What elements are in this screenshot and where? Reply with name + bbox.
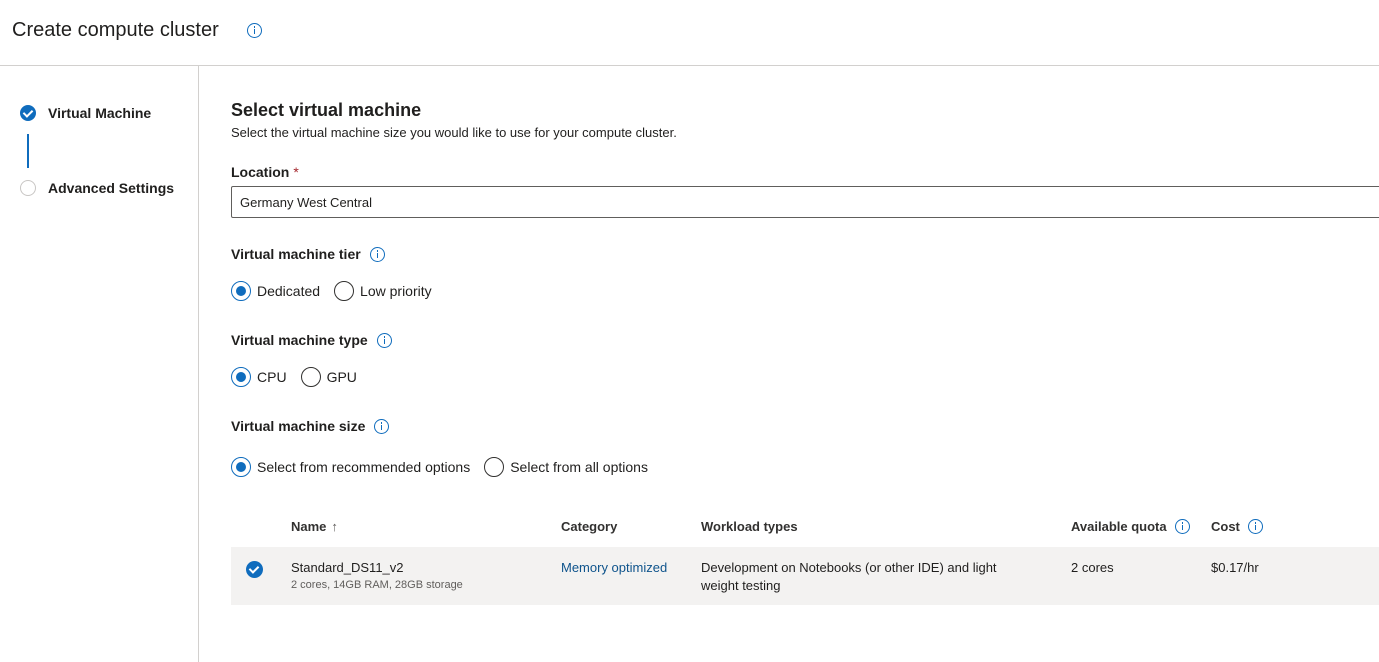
page-header: Create compute cluster: [0, 0, 1379, 66]
vm-size-radio-group: Select from recommended options Select f…: [231, 457, 662, 477]
wizard-steps: Virtual Machine Advanced Settings: [0, 66, 199, 662]
vm-type-label: Virtual machine type: [231, 332, 392, 348]
row-name-cell: Standard_DS11_v2 2 cores, 14GB RAM, 28GB…: [291, 559, 463, 593]
info-icon[interactable]: [1247, 519, 1263, 534]
radio-unchecked-icon: [484, 457, 505, 477]
info-icon[interactable]: [374, 418, 390, 434]
step-advanced-settings[interactable]: Advanced Settings: [20, 180, 174, 196]
row-selected-checkmark-icon[interactable]: [246, 561, 263, 578]
column-header-quota[interactable]: Available quota: [1071, 519, 1190, 534]
cost-cell: $0.17/hr: [1211, 560, 1259, 575]
category-link[interactable]: Memory optimized: [561, 559, 667, 577]
info-icon[interactable]: [369, 246, 385, 262]
step-connector: [27, 134, 29, 168]
radio-checked-icon: [231, 457, 251, 477]
location-label: Location *: [231, 164, 299, 180]
radio-cpu[interactable]: CPU: [231, 367, 287, 387]
vm-size-label: Virtual machine size: [231, 418, 390, 434]
vm-name: Standard_DS11_v2: [291, 560, 404, 575]
circle-icon: [20, 180, 36, 196]
info-icon[interactable]: [247, 23, 262, 38]
radio-unchecked-icon: [334, 281, 355, 301]
step-label: Advanced Settings: [48, 180, 175, 196]
column-header-cost[interactable]: Cost: [1211, 519, 1263, 534]
radio-gpu[interactable]: GPU: [300, 367, 357, 387]
section-title: Select virtual machine: [231, 100, 422, 120]
vm-tier-label: Virtual machine tier: [231, 246, 385, 262]
info-icon[interactable]: [376, 332, 392, 348]
section-description: Select the virtual machine size you woul…: [231, 125, 677, 140]
location-input[interactable]: [231, 186, 1379, 218]
radio-unchecked-icon: [300, 367, 321, 387]
quota-cell: 2 cores: [1071, 560, 1114, 575]
sort-ascending-icon: ↑: [331, 519, 338, 534]
info-icon[interactable]: [1174, 519, 1190, 534]
vm-specs: 2 cores, 14GB RAM, 28GB storage: [291, 579, 463, 591]
radio-checked-icon: [231, 281, 251, 301]
radio-recommended-options[interactable]: Select from recommended options: [231, 457, 470, 477]
vm-tier-radio-group: Dedicated Low priority: [231, 281, 446, 301]
column-header-category[interactable]: Category: [561, 519, 617, 534]
workload-cell: Development on Notebooks (or other IDE) …: [701, 560, 997, 593]
column-header-name[interactable]: Name ↑: [291, 519, 338, 534]
step-label: Virtual Machine: [48, 105, 152, 121]
required-marker: *: [293, 164, 299, 180]
radio-all-options[interactable]: Select from all options: [484, 457, 648, 477]
vm-type-radio-group: CPU GPU: [231, 367, 371, 387]
column-header-workload[interactable]: Workload types: [701, 519, 798, 534]
table-row[interactable]: Standard_DS11_v2 2 cores, 14GB RAM, 28GB…: [231, 547, 1379, 605]
page-title: Create compute cluster: [12, 19, 219, 41]
step-virtual-machine[interactable]: Virtual Machine: [20, 105, 151, 121]
checkmark-icon: [20, 105, 36, 121]
radio-checked-icon: [231, 367, 251, 387]
radio-dedicated[interactable]: Dedicated: [231, 281, 320, 301]
radio-low-priority[interactable]: Low priority: [334, 281, 432, 301]
